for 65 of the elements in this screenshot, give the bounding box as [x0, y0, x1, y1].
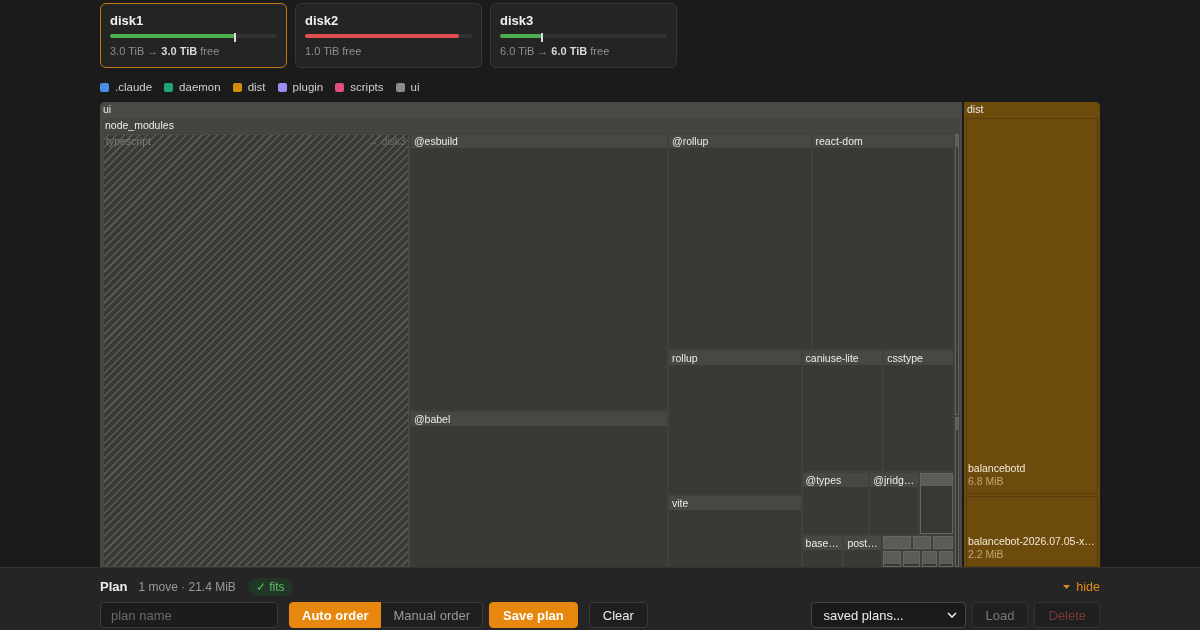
caret-icon — [1063, 584, 1071, 589]
disk-card[interactable]: disk2 1.0 TiB free — [295, 3, 482, 68]
legend-label: ui — [410, 80, 420, 94]
folder-tile[interactable]: @esbuild — [410, 134, 667, 411]
folder-label: react-dom — [812, 134, 953, 148]
folder-tile[interactable]: csstype — [884, 351, 953, 472]
file-tile[interactable]: balancebotd 6.8 MiB — [966, 118, 1098, 494]
plan-title: Plan — [100, 579, 128, 594]
folder-tile[interactable]: post… — [844, 536, 882, 567]
hide-toggle[interactable]: hide — [1063, 579, 1100, 594]
folder-label: rollup — [669, 351, 801, 365]
folder-tile[interactable] — [883, 536, 911, 550]
status-badge: ✓ fits — [247, 577, 293, 596]
folder-tile[interactable] — [902, 551, 920, 567]
folder-tile[interactable] — [912, 536, 932, 550]
file-tile[interactable]: balancebot-2026.07.05-x… 2.2 MiB — [966, 495, 1098, 567]
folder-tile[interactable]: vite — [669, 495, 801, 567]
file-size: 6.8 MiB — [968, 474, 1005, 488]
folder-label: node_modules — [102, 118, 960, 133]
folder-tile[interactable]: @types — [802, 473, 869, 535]
plan-name-field[interactable]: plan name — [100, 602, 278, 628]
free-space-text: 1.0 TiB free — [305, 45, 362, 58]
folder-label: @rollup — [669, 134, 811, 148]
folder-label: @types — [802, 473, 869, 488]
folder-tile[interactable] — [933, 536, 953, 550]
folder-label: post… — [844, 536, 882, 551]
chevron-down-icon — [946, 612, 957, 618]
folder-label: base… — [802, 536, 843, 551]
folder-tile[interactable]: base… — [802, 536, 843, 567]
folder-tile[interactable]: @babel — [410, 412, 667, 567]
folder-tile[interactable]: @rollup — [669, 134, 811, 349]
legend-label: scripts — [350, 80, 384, 94]
disk-name: disk1 — [110, 13, 144, 29]
legend-label: .claude — [115, 80, 153, 94]
folder-tile[interactable] — [921, 551, 938, 567]
folder-tile[interactable] — [883, 551, 901, 567]
folder-tile[interactable]: rollup — [669, 351, 801, 494]
folder-label: @esbuild — [410, 134, 667, 148]
disk-card[interactable]: disk1 3.0 TiB → 3.0 TiB free — [100, 3, 287, 68]
disk-name: disk3 — [500, 13, 534, 29]
legend-label: daemon — [179, 80, 221, 94]
disk-card[interactable]: disk3 6.0 TiB → 6.0 TiB free — [490, 3, 677, 68]
folder-tile[interactable] — [920, 473, 953, 535]
folder-tile[interactable] — [939, 551, 953, 567]
legend-label: plugin — [292, 80, 324, 94]
folder-label: @babel — [410, 412, 667, 427]
plan-summary: 1 move · 21.4 MiB — [138, 579, 236, 594]
free-space-text: 6.0 TiB → 6.0 TiB free — [500, 45, 610, 58]
folder-tile[interactable]: @jridg… — [870, 473, 919, 535]
folder-label: caniuse-lite — [802, 351, 883, 365]
folder-tile[interactable]: dist balancebotd 6.8 MiB balancebot-2026.07.05-x… 2.2 MiB — [964, 102, 1100, 567]
legend-label: dist — [247, 80, 266, 94]
folder-label: csstype — [884, 351, 953, 365]
saved-plans-select[interactable]: saved plans... — [810, 602, 966, 628]
order-mode-tab[interactable]: Manual order — [381, 602, 484, 628]
folder-label: vite — [669, 495, 801, 510]
file-name: balancebot-2026.07.05-x… — [968, 535, 1096, 548]
folder-label: @jridg… — [870, 473, 919, 488]
disk-name: disk2 — [305, 13, 339, 29]
file-name: balancebotd — [968, 461, 1027, 475]
folder-tile[interactable]: caniuse-lite — [802, 351, 883, 472]
free-space-text: 3.0 TiB → 3.0 TiB free — [110, 45, 220, 58]
folder-tile[interactable]: react-dom — [812, 134, 953, 349]
file-size: 2.2 MiB — [968, 548, 1005, 561]
clear-button[interactable]: Clear — [588, 602, 648, 628]
